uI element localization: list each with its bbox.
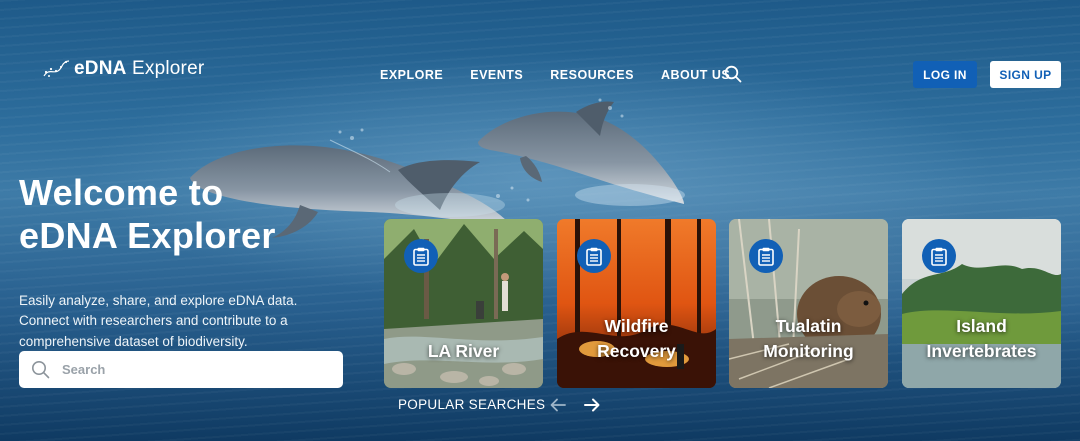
arrow-left-icon[interactable] (548, 395, 568, 415)
hero-title-line1: Welcome to (19, 172, 224, 213)
card-label-line1: LA River (427, 341, 500, 361)
card-la-river[interactable]: LA River (384, 219, 543, 388)
logo-text-rest: Explorer (126, 58, 205, 79)
dna-logo-icon (43, 60, 70, 77)
card-label-line1: Wildfire (604, 316, 669, 336)
card-tualatin-monitoring[interactable]: Tualatin Monitoring (729, 219, 888, 388)
card-badge (404, 239, 438, 273)
hero-title: Welcome to eDNA Explorer (19, 171, 379, 257)
card-label: Wildfire Recovery (557, 314, 716, 364)
nav-events[interactable]: EVENTS (470, 68, 523, 82)
nav-explore[interactable]: EXPLORE (380, 68, 443, 82)
search-bar[interactable] (19, 351, 343, 388)
card-label: Tualatin Monitoring (729, 314, 888, 364)
card-badge (749, 239, 783, 273)
clipboard-icon (413, 247, 429, 266)
nav-resources[interactable]: RESOURCES (550, 68, 634, 82)
card-label: LA River (384, 339, 543, 364)
card-island-invertebrates[interactable]: Island Invertebrates (902, 219, 1061, 388)
search-input-icon (32, 361, 50, 379)
signup-button[interactable]: SIGN UP (990, 61, 1061, 88)
card-label-line2: Invertebrates (926, 341, 1037, 361)
card-label-line2: Recovery (597, 341, 676, 361)
main-nav: EXPLORE EVENTS RESOURCES ABOUT US (380, 68, 730, 82)
logo[interactable]: eDNA Explorer (42, 58, 204, 80)
dolphin-right (478, 101, 685, 206)
card-badge (577, 239, 611, 273)
nav-about-us[interactable]: ABOUT US (661, 68, 730, 82)
clipboard-icon (931, 247, 947, 266)
clipboard-icon (758, 247, 774, 266)
hero-title-line2: eDNA Explorer (19, 215, 276, 256)
login-button[interactable]: LOG IN (913, 61, 977, 88)
card-badge (922, 239, 956, 273)
hero-subtitle: Easily analyze, share, and explore eDNA … (19, 292, 298, 349)
card-label-line2: Monitoring (763, 341, 854, 361)
logo-text-bold: eDNA (74, 58, 127, 79)
logo-text: eDNA Explorer (74, 58, 204, 80)
search-input[interactable] (60, 361, 314, 378)
card-label-line1: Island (956, 316, 1007, 336)
clipboard-icon (586, 247, 602, 266)
popular-searches-label: POPULAR SEARCHES (398, 397, 546, 412)
search-icon[interactable] (724, 65, 742, 83)
arrow-right-icon[interactable] (582, 395, 602, 415)
card-wildfire-recovery[interactable]: Wildfire Recovery (557, 219, 716, 388)
card-label-line1: Tualatin (775, 316, 842, 336)
card-label: Island Invertebrates (902, 314, 1061, 364)
